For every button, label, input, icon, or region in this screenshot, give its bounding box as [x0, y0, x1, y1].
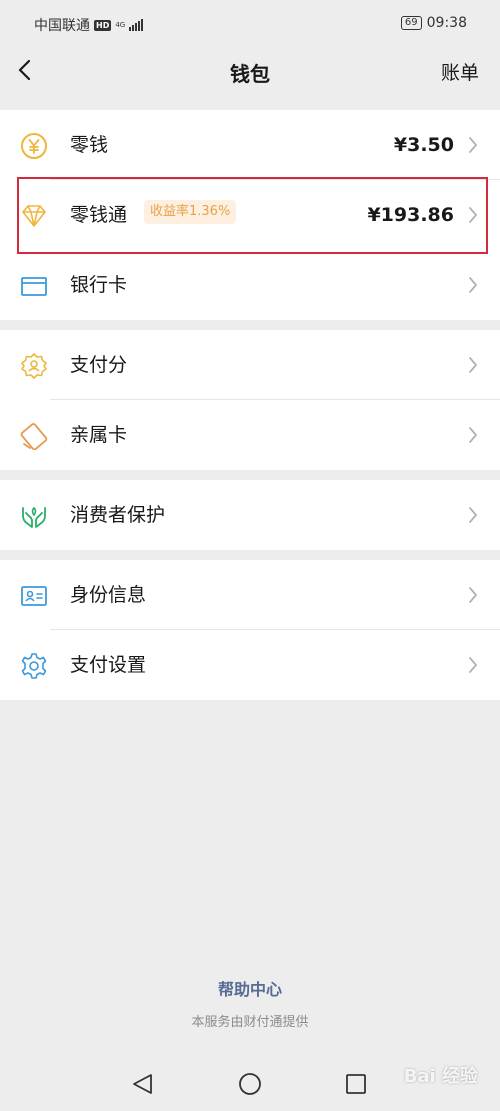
- provider-note: 本服务由财付通提供: [191, 1015, 309, 1030]
- chevron-right-icon: [469, 207, 477, 223]
- protection-item-consumer[interactable]: 消费者保护: [0, 480, 500, 550]
- chevron-right-icon: [469, 507, 477, 523]
- gear-icon: [21, 653, 47, 679]
- chevron-right-icon: [469, 427, 477, 443]
- carrier-label: 中国联通: [34, 18, 90, 34]
- chevron-right-icon: [469, 137, 477, 153]
- watermark-logo: Bai 经验: [403, 1066, 478, 1087]
- settings-item-label: 身份信息: [70, 584, 147, 606]
- system-recents-icon[interactable]: [346, 1074, 366, 1094]
- help-center-link[interactable]: 帮助中心: [0, 976, 500, 1000]
- system-home-icon[interactable]: [239, 1073, 261, 1095]
- wallet-group: 零钱 ¥3.50 零钱通 ¥193.86 银行卡: [0, 110, 500, 320]
- battery-icon: 69: [400, 16, 422, 30]
- credit-item-label: 支付分: [70, 354, 128, 376]
- credit-item-payscore[interactable]: 支付分: [0, 330, 500, 400]
- wallet-item-label: 零钱通: [70, 204, 128, 226]
- wallet-item-lqt[interactable]: 零钱通 ¥193.86: [0, 180, 500, 250]
- settings-item-identity[interactable]: 身份信息: [0, 560, 500, 630]
- wallet-item-label: 零钱: [70, 134, 109, 156]
- network-label: 4G: [115, 20, 126, 29]
- family-card-icon: [20, 423, 48, 450]
- page-title: 钱包: [230, 62, 270, 86]
- credit-item-label: 亲属卡: [70, 424, 128, 446]
- signal-icon: [129, 19, 144, 31]
- wallet-item-value: ¥193.86: [367, 204, 454, 226]
- protection-item-label: 消费者保护: [70, 504, 166, 526]
- credit-group: 支付分 亲属卡: [0, 330, 500, 470]
- system-back-icon[interactable]: [133, 1074, 152, 1094]
- credit-item-family-card[interactable]: 亲属卡: [0, 400, 500, 470]
- nav-bar: 钱包 账单: [0, 46, 500, 102]
- status-right: 69 09:38: [400, 15, 467, 31]
- yield-rate-badge: 收益率1.36%: [144, 200, 237, 224]
- yuan-coin-icon: [21, 133, 47, 159]
- wallet-item-value: ¥3.50: [393, 134, 454, 156]
- protection-group: 消费者保护: [0, 480, 500, 550]
- settings-item-payment[interactable]: 支付设置: [0, 630, 500, 700]
- chevron-right-icon: [469, 657, 477, 673]
- settings-item-label: 支付设置: [70, 654, 147, 676]
- settings-group: 身份信息 支付设置: [0, 560, 500, 700]
- wallet-item-bankcard[interactable]: 银行卡: [0, 250, 500, 320]
- wallet-item-label: 银行卡: [70, 274, 128, 296]
- clock: 09:38: [426, 15, 467, 31]
- wallet-item-change[interactable]: 零钱 ¥3.50: [0, 110, 500, 180]
- bank-card-icon: [21, 277, 47, 296]
- chevron-right-icon: [469, 357, 477, 373]
- protect-hands-icon: [22, 506, 46, 528]
- payscore-badge-icon: [21, 353, 47, 379]
- status-left: 中国联通 HD 4G: [34, 15, 144, 35]
- bill-button[interactable]: 账单: [441, 58, 479, 85]
- status-bar: 中国联通 HD 4G 69 09:38: [0, 0, 500, 46]
- chevron-right-icon: [469, 587, 477, 603]
- chevron-right-icon: [469, 277, 477, 293]
- diamond-icon: [22, 205, 46, 227]
- id-card-icon: [21, 586, 47, 606]
- hd-badge: HD: [94, 19, 112, 31]
